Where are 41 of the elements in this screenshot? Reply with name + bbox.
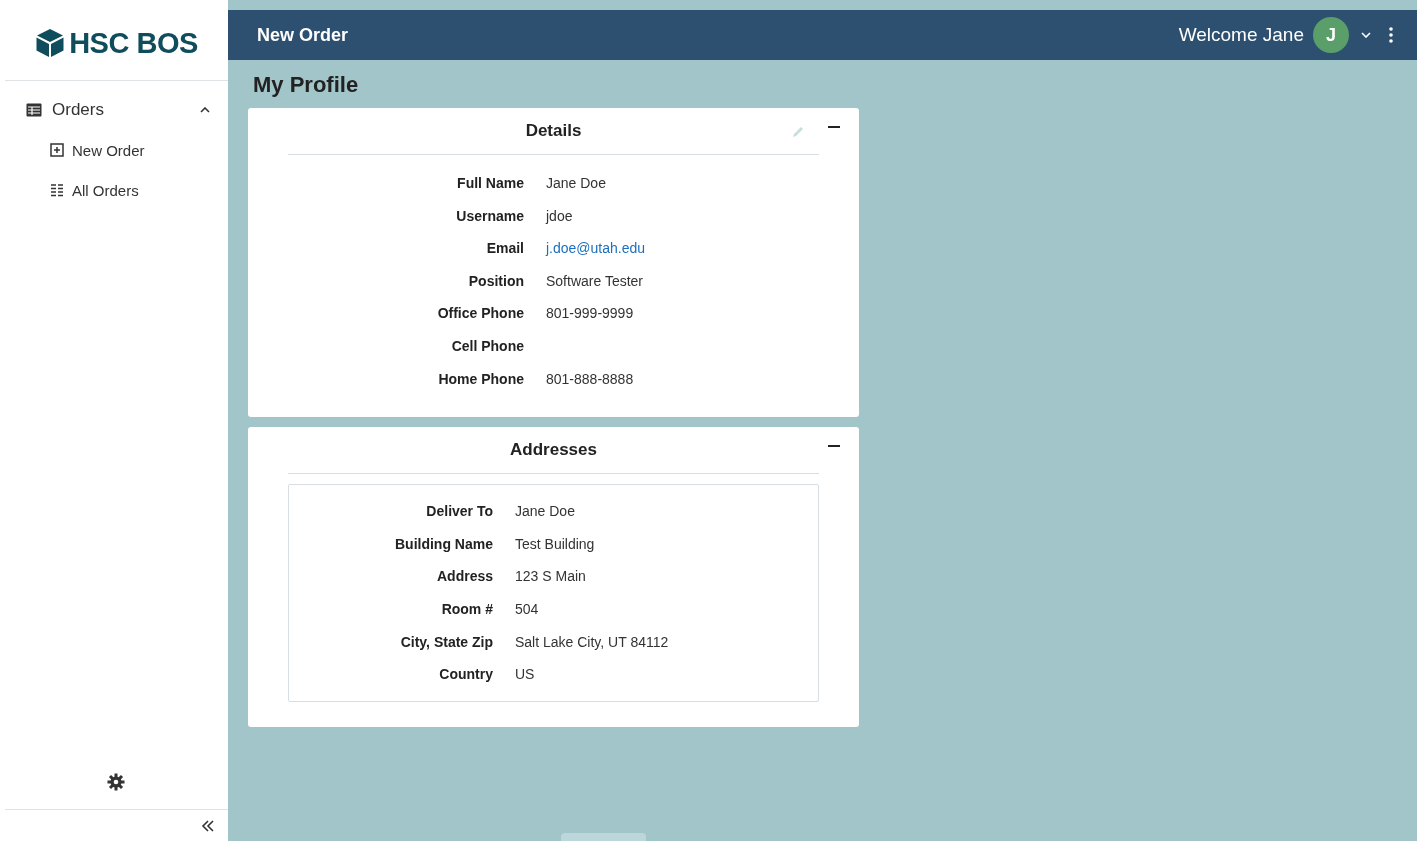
field-value: Salt Lake City, UT 84112	[515, 632, 670, 652]
field-label: Full Name	[456, 174, 524, 193]
field-value: US	[515, 665, 536, 685]
table-icon	[26, 103, 42, 117]
field-label: Username	[455, 206, 524, 226]
welcome-text: Welcome Jane	[1178, 24, 1304, 46]
minimize-icon[interactable]	[828, 445, 840, 448]
card-title: Addresses	[510, 440, 597, 461]
card-title: Details	[525, 121, 582, 141]
field-value: Jane Doe	[515, 502, 576, 522]
page-title: My Profile	[253, 72, 360, 98]
field-label: City, State Zip	[399, 632, 493, 652]
field-label: Position	[467, 271, 524, 291]
collapse-icon[interactable]	[201, 819, 215, 832]
field-label: Address	[435, 567, 493, 587]
field-value: Test Building	[515, 534, 596, 554]
field-value: 123 S Main	[515, 567, 587, 587]
field-value: Jane Doe	[546, 174, 607, 193]
field-value: 504	[515, 599, 540, 619]
list-icon	[50, 183, 64, 197]
field-value: jdoe	[546, 206, 574, 226]
field-value: 801-888-8888	[546, 369, 635, 389]
field-label: Country	[438, 665, 493, 685]
cube-icon	[35, 28, 66, 58]
field-label: Room #	[440, 599, 493, 619]
plus-square-icon	[50, 143, 64, 157]
chevron-down-icon	[1361, 32, 1371, 38]
field-label: Home Phone	[437, 369, 524, 389]
settings-icon[interactable]	[107, 773, 125, 791]
logo-text: HSC BOS	[69, 26, 198, 60]
field-label: Cell Phone	[450, 336, 524, 356]
field-value: 801-999-9999	[546, 304, 635, 324]
field-label: Office Phone	[436, 304, 524, 324]
field-label: Deliver To	[425, 502, 493, 522]
email-link[interactable]: j.doe@utah.edu	[546, 232, 646, 265]
header-title[interactable]: New Order	[257, 24, 349, 46]
field-label: Email	[485, 239, 524, 259]
field-label: Building Name	[394, 534, 493, 554]
sidebar-item[interactable]: All Orders	[5, 170, 228, 210]
more-icon[interactable]	[1389, 27, 1393, 43]
field-value: Software Tester	[546, 271, 644, 291]
